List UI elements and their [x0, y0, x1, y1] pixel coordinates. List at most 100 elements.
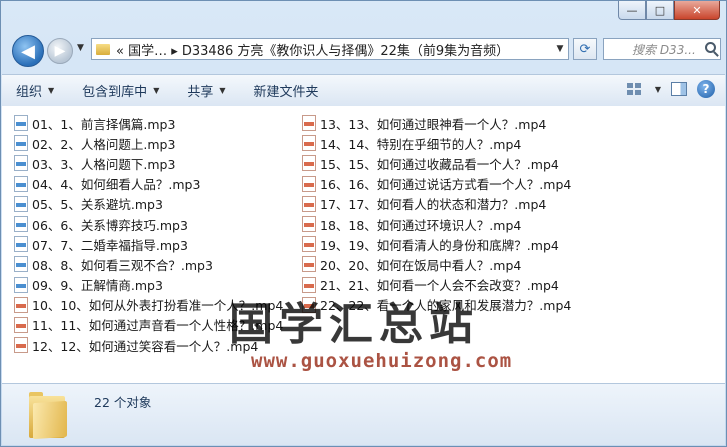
new-folder-label: 新建文件夹	[253, 85, 319, 100]
include-library-label: 包含到库中	[82, 85, 148, 100]
file-name: 01、1、前言择偶篇.mp3	[32, 116, 176, 132]
recent-pages-dropdown[interactable]: ▼	[77, 43, 84, 53]
file-name: 02、2、人格问题上.mp3	[32, 136, 176, 152]
minimize-button[interactable]: —	[618, 1, 646, 20]
file-item[interactable]: 20、20、如何在饭局中看人？.mp4	[302, 254, 571, 274]
preview-pane-icon[interactable]	[671, 82, 687, 96]
audio-file-icon	[14, 175, 28, 192]
file-name: 08、8、如何看三观不合？.mp3	[32, 257, 213, 273]
share-menu[interactable]: 共享 ▼	[173, 81, 239, 100]
video-file-icon	[302, 276, 316, 293]
video-file-icon	[302, 195, 316, 212]
audio-file-icon	[14, 236, 28, 253]
file-item[interactable]: 21、21、如何看一个人会不会改变？.mp4	[302, 275, 571, 295]
audio-file-icon	[14, 216, 28, 233]
file-item[interactable]: 02、2、人格问题上.mp3	[14, 133, 283, 153]
file-item[interactable]: 06、6、关系博弈技巧.mp3	[14, 214, 283, 234]
folder-icon	[96, 43, 110, 55]
file-item[interactable]: 18、18、如何通过环境识人？.mp4	[302, 214, 571, 234]
navigation-bar: ◀ ▶ ▼ « 国学… ▸ D33486 方亮《教你识人与择偶》22集（前9集为…	[9, 35, 721, 67]
address-path[interactable]: « 国学… ▸ D33486 方亮《教你识人与择偶》22集（前9集为音频）	[116, 40, 552, 59]
file-name: 06、6、关系博弈技巧.mp3	[32, 217, 188, 233]
view-options-icon[interactable]	[626, 81, 645, 97]
video-file-icon	[14, 316, 28, 333]
file-name: 11、11、如何通过声音看一个人性格？.mp4	[32, 318, 284, 334]
search-placeholder: 搜索 D33...	[632, 42, 696, 57]
file-name: 09、9、正解情商.mp3	[32, 278, 163, 294]
file-item[interactable]: 03、3、人格问题下.mp3	[14, 153, 283, 173]
audio-file-icon	[14, 135, 28, 152]
file-item[interactable]: 01、1、前言择偶篇.mp3	[14, 113, 283, 133]
video-file-icon	[302, 236, 316, 253]
file-item[interactable]: 15、15、如何通过收藏品看一个人？.mp4	[302, 153, 571, 173]
chevron-down-icon[interactable]: ▼	[655, 85, 661, 94]
video-file-icon	[14, 296, 28, 313]
organize-menu[interactable]: 组织 ▼	[2, 81, 68, 100]
forward-button[interactable]: ▶	[47, 38, 73, 64]
video-file-icon	[302, 135, 316, 152]
file-item[interactable]: 13、13、如何通过眼神看一个人？.mp4	[302, 113, 571, 133]
file-item[interactable]: 08、8、如何看三观不合？.mp3	[14, 254, 283, 274]
caption-buttons: — □ ✕	[618, 1, 720, 20]
file-item[interactable]: 17、17、如何看人的状态和潜力？.mp4	[302, 194, 571, 214]
new-folder-button[interactable]: 新建文件夹	[240, 81, 333, 100]
audio-file-icon	[14, 276, 28, 293]
file-name: 17、17、如何看人的状态和潜力？.mp4	[320, 197, 547, 213]
file-item[interactable]: 22、22、看一个人的家风和发展潜力？.mp4	[302, 295, 571, 315]
maximize-button[interactable]: □	[646, 1, 674, 20]
file-item[interactable]: 10、10、如何从外表打扮看准一个人？.mp4	[14, 295, 283, 315]
video-file-icon	[302, 175, 316, 192]
video-file-icon	[302, 115, 316, 132]
file-name: 18、18、如何通过环境识人？.mp4	[320, 217, 522, 233]
command-bar: 组织 ▼ 包含到库中 ▼ 共享 ▼ 新建文件夹 ▼ ?	[2, 74, 725, 107]
include-library-menu[interactable]: 包含到库中 ▼	[68, 81, 173, 100]
video-file-icon	[302, 256, 316, 273]
file-item[interactable]: 09、9、正解情商.mp3	[14, 275, 283, 295]
forward-arrow-icon: ▶	[54, 43, 66, 59]
search-input[interactable]: 搜索 D33...	[603, 38, 721, 60]
file-name: 16、16、如何通过说话方式看一个人？.mp4	[320, 177, 572, 193]
video-file-icon	[302, 296, 316, 313]
item-count: 22 个对象	[94, 395, 152, 410]
file-item[interactable]: 14、14、特别在乎细节的人？.mp4	[302, 133, 571, 153]
address-bar[interactable]: « 国学… ▸ D33486 方亮《教你识人与择偶》22集（前9集为音频） ▼	[91, 38, 569, 60]
file-name: 12、12、如何通过笑容看一个人？.mp4	[32, 338, 259, 354]
file-name: 19、19、如何看清人的身份和底牌？.mp4	[320, 237, 559, 253]
file-item[interactable]: 07、7、二婚幸福指导.mp3	[14, 234, 283, 254]
details-pane: 22 个对象	[2, 383, 725, 445]
file-name: 03、3、人格问题下.mp3	[32, 156, 176, 172]
file-name: 05、5、关系避坑.mp3	[32, 197, 163, 213]
back-arrow-icon: ◀	[21, 40, 35, 62]
chevron-down-icon: ▼	[153, 86, 160, 95]
explorer-window: — □ ✕ ◀ ▶ ▼ « 国学… ▸ D33486 方亮《教你识人与择偶》22…	[0, 0, 727, 447]
share-label: 共享	[187, 85, 214, 100]
file-item[interactable]: 16、16、如何通过说话方式看一个人？.mp4	[302, 174, 571, 194]
video-file-icon	[302, 155, 316, 172]
file-name: 04、4、如何细看人品？.mp3	[32, 177, 201, 193]
help-icon[interactable]: ?	[697, 80, 715, 98]
file-column-1: 01、1、前言择偶篇.mp3 02、2、人格问题上.mp3 03、3、人格问题下.m…	[14, 113, 283, 355]
file-name: 20、20、如何在饭局中看人？.mp4	[320, 257, 522, 273]
back-button[interactable]: ◀	[12, 35, 44, 67]
video-file-icon	[302, 216, 316, 233]
chevron-down-icon: ▼	[48, 86, 55, 95]
file-item[interactable]: 04、4、如何细看人品？.mp3	[14, 174, 283, 194]
file-item[interactable]: 19、19、如何看清人的身份和底牌？.mp4	[302, 234, 571, 254]
file-item[interactable]: 11、11、如何通过声音看一个人性格？.mp4	[14, 315, 283, 335]
file-name: 22、22、看一个人的家风和发展潜力？.mp4	[320, 298, 572, 314]
view-controls: ▼ ?	[626, 80, 715, 98]
file-name: 13、13、如何通过眼神看一个人？.mp4	[320, 116, 547, 132]
file-item[interactable]: 05、5、关系避坑.mp3	[14, 194, 283, 214]
address-dropdown[interactable]: ▼	[552, 44, 568, 54]
audio-file-icon	[14, 195, 28, 212]
refresh-button[interactable]: ⟳	[573, 38, 597, 60]
audio-file-icon	[14, 155, 28, 172]
file-name: 14、14、特别在乎细节的人？.mp4	[320, 136, 522, 152]
file-name: 07、7、二婚幸福指导.mp3	[32, 237, 188, 253]
organize-label: 组织	[16, 85, 43, 100]
close-button[interactable]: ✕	[674, 1, 720, 20]
file-item[interactable]: 12、12、如何通过笑容看一个人？.mp4	[14, 335, 283, 355]
audio-file-icon	[14, 115, 28, 132]
file-list: 01、1、前言择偶篇.mp3 02、2、人格问题上.mp3 03、3、人格问题下.m…	[2, 106, 725, 383]
search-icon	[705, 42, 716, 53]
